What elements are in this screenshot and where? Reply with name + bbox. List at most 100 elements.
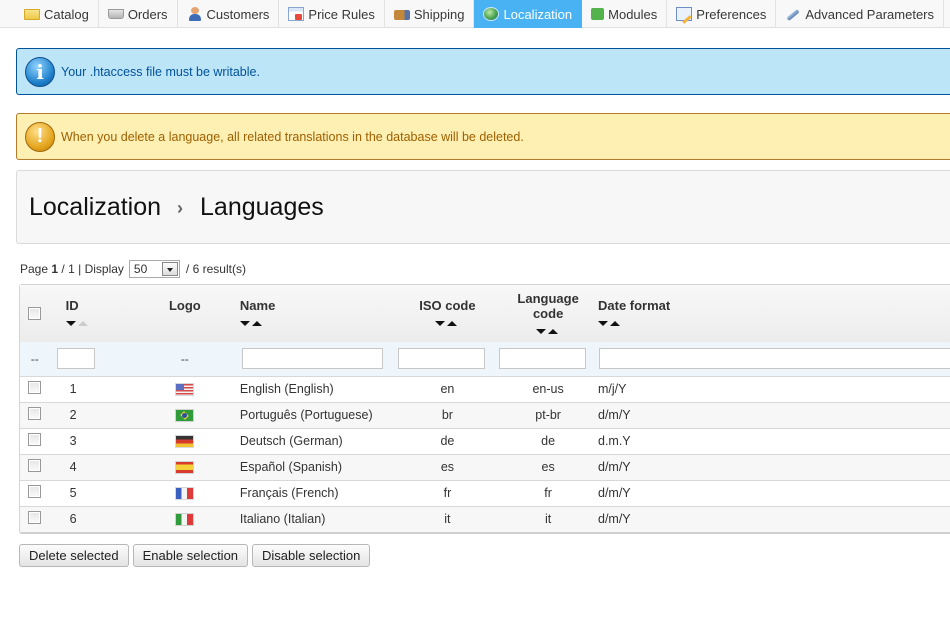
tab-preferences[interactable]: Preferences xyxy=(667,0,777,28)
preferences-icon xyxy=(676,7,693,21)
bulk-actions: Delete selected Enable selection Disable… xyxy=(19,544,371,567)
row-language-code: es xyxy=(541,460,555,474)
row-iso-code: fr xyxy=(443,486,452,500)
row-checkbox[interactable] xyxy=(28,407,42,420)
table-row[interactable]: 6 Italiano (Italian) it it d/m/Y xyxy=(20,506,950,532)
tab-label: Catalog xyxy=(44,6,89,22)
language-code-filter-input[interactable] xyxy=(499,348,587,370)
row-id: 2 xyxy=(69,408,77,422)
sort-desc-icon[interactable] xyxy=(239,321,250,327)
row-iso-code: de xyxy=(440,434,455,448)
sort-desc-icon[interactable] xyxy=(598,321,608,327)
per-page-select[interactable]: 50 xyxy=(128,260,180,278)
table-row[interactable]: 5 Français (French) fr fr d/m/Y xyxy=(20,480,950,506)
tab-label: Customers xyxy=(206,6,270,22)
row-name: Deutsch (German) xyxy=(239,434,343,448)
per-page-value: 50 xyxy=(133,262,148,276)
delete-selected-button[interactable]: Delete selected xyxy=(19,544,129,567)
display-label: | Display xyxy=(78,262,124,276)
column-date-format: Date format xyxy=(598,285,950,342)
row-id: 4 xyxy=(69,460,77,474)
row-iso-code: en xyxy=(440,382,455,396)
filter-logo-placeholder: -- xyxy=(180,351,189,366)
total-pages: 1 xyxy=(68,262,75,276)
row-checkbox[interactable] xyxy=(28,381,42,394)
row-language-code: it xyxy=(545,512,552,527)
row-checkbox[interactable] xyxy=(28,485,42,498)
row-date-format: d.m.Y xyxy=(598,434,631,448)
sort-asc-icon[interactable] xyxy=(251,321,262,327)
tab-localization[interactable]: Localization xyxy=(474,0,583,28)
tab-orders[interactable]: Orders xyxy=(99,0,178,28)
tab-label: Price Rules xyxy=(308,6,375,22)
row-id: 3 xyxy=(69,434,77,448)
flag-us-icon xyxy=(176,384,194,396)
tab-modules[interactable]: Modules xyxy=(582,0,668,28)
row-checkbox[interactable] xyxy=(28,459,42,472)
tab-price-rules[interactable]: Price Rules xyxy=(279,0,385,28)
table-row[interactable]: 3 Deutsch (German) de de d.m.Y xyxy=(20,428,950,454)
column-id: ID xyxy=(50,285,131,342)
table-row[interactable]: 4 Español (Spanish) es es d/m/Y xyxy=(20,454,950,480)
iso-code-filter-input[interactable] xyxy=(397,348,485,370)
sort-asc-icon[interactable] xyxy=(77,321,88,327)
date-format-filter-input[interactable] xyxy=(599,348,950,370)
page-header: Localization › Languages xyxy=(16,170,950,244)
column-language-code: Language code xyxy=(498,285,598,342)
tab-catalog[interactable]: Catalog xyxy=(0,0,99,28)
row-date-format: d/m/Y xyxy=(598,512,631,527)
table-row[interactable]: 2 Português (Portuguese) br pt-br d/m/Y xyxy=(20,402,950,428)
row-name: Português (Portuguese) xyxy=(239,408,373,422)
table-row[interactable]: 1 English (English) en en-us m/j/Y xyxy=(20,376,950,402)
enable-selection-button[interactable]: Enable selection xyxy=(132,544,249,567)
select-all-cell xyxy=(20,285,50,342)
row-language-code: en-us xyxy=(532,382,564,396)
tab-label: Shipping xyxy=(413,6,465,22)
row-checkbox[interactable] xyxy=(28,433,42,446)
chevron-down-icon[interactable] xyxy=(161,262,178,276)
filter-row: -- -- xyxy=(20,342,950,376)
folder-icon xyxy=(24,9,40,20)
puzzle-icon xyxy=(591,8,605,20)
column-iso-label: ISO code xyxy=(419,298,476,313)
flag-br-icon xyxy=(176,410,194,422)
row-id: 5 xyxy=(69,486,77,500)
row-date-format: d/m/Y xyxy=(598,460,631,474)
sort-desc-icon[interactable] xyxy=(65,321,76,327)
breadcrumb-parent[interactable]: Localization xyxy=(29,193,161,222)
sort-asc-icon[interactable] xyxy=(447,321,458,327)
filter-select-placeholder: -- xyxy=(30,351,39,366)
sort-asc-icon[interactable] xyxy=(610,321,620,327)
sort-desc-icon[interactable] xyxy=(435,321,446,327)
sort-desc-icon[interactable] xyxy=(536,329,547,335)
tab-customers[interactable]: Customers xyxy=(178,0,280,28)
warning-icon: ! xyxy=(25,121,55,152)
info-alert-text: Your .htaccess file must be writable. xyxy=(61,64,260,79)
tab-advanced-parameters[interactable]: Advanced Parameters xyxy=(776,0,944,28)
id-filter-input[interactable] xyxy=(56,348,95,370)
select-all-checkbox[interactable] xyxy=(28,307,42,320)
name-filter-input[interactable] xyxy=(241,348,383,370)
cart-icon xyxy=(107,9,124,19)
row-date-format: d/m/Y xyxy=(598,408,631,422)
row-iso-code: it xyxy=(444,512,451,527)
column-name: Name xyxy=(239,285,397,342)
column-id-label: ID xyxy=(65,298,79,313)
column-date-format-label: Date format xyxy=(598,298,671,313)
page-label: Page xyxy=(20,262,49,276)
row-language-code: pt-br xyxy=(535,408,561,422)
disable-selection-button[interactable]: Disable selection xyxy=(252,544,371,567)
column-iso-code: ISO code xyxy=(397,285,499,342)
column-logo: Logo xyxy=(131,285,239,342)
flag-es-icon xyxy=(176,462,194,474)
globe-icon xyxy=(483,7,500,21)
truck-icon xyxy=(393,9,410,20)
row-checkbox[interactable] xyxy=(28,511,42,525)
tab-shipping[interactable]: Shipping xyxy=(385,0,475,28)
column-logo-label: Logo xyxy=(168,298,201,313)
row-language-code: de xyxy=(541,434,556,448)
wrench-icon xyxy=(785,7,801,21)
sort-asc-icon[interactable] xyxy=(548,329,559,335)
column-language-code-label: Language xyxy=(517,291,579,306)
info-icon: i xyxy=(25,56,55,87)
